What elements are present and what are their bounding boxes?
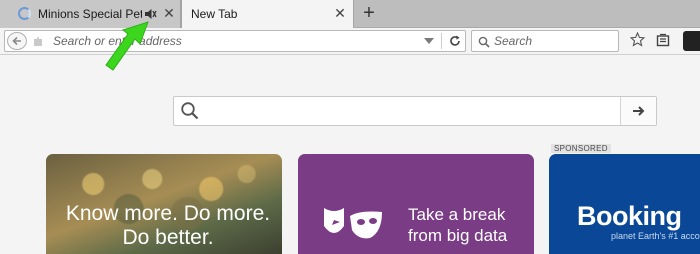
divider (441, 33, 442, 49)
promo-tile[interactable]: Know more. Do more. Do better. (46, 154, 282, 254)
tab-new-tab[interactable]: New Tab ✕ (181, 0, 354, 29)
star-icon[interactable] (629, 31, 646, 52)
search-input[interactable] (494, 33, 614, 49)
promo-tile[interactable]: Take a break from big data (298, 154, 534, 254)
close-icon[interactable]: ✕ (333, 6, 347, 20)
library-icon[interactable] (656, 33, 670, 52)
tile-tagline: planet Earth's #1 accom... (611, 231, 700, 241)
loading-spinner-icon (18, 7, 31, 20)
search-icon (478, 35, 490, 53)
back-arrow-icon (12, 36, 21, 46)
booking-logo: Booking (577, 201, 682, 231)
back-button[interactable] (7, 32, 27, 50)
reload-icon[interactable] (448, 34, 462, 48)
extension-button[interactable] (683, 31, 700, 51)
mask-icon (320, 206, 390, 251)
sponsored-tile[interactable]: Booking planet Earth's #1 accom... (549, 154, 700, 254)
search-bar[interactable] (471, 30, 619, 52)
url-bar[interactable] (4, 30, 466, 52)
tab-title: New Tab (191, 7, 238, 21)
close-icon[interactable]: ✕ (162, 6, 176, 20)
page-search-box[interactable] (173, 96, 657, 126)
page-search-input[interactable] (206, 102, 616, 122)
new-tab-button[interactable]: + (359, 3, 379, 23)
chevron-down-icon[interactable] (424, 38, 434, 44)
sponsored-badge: SPONSORED (551, 144, 611, 153)
new-tab-page: Know more. Do more. Do better. Take a br… (0, 56, 700, 254)
arrow-right-icon (633, 106, 645, 116)
search-go-button[interactable] (620, 97, 656, 125)
annotation-arrow-icon (105, 21, 149, 71)
tile-headline: Know more. Do more. Do better. (65, 202, 271, 249)
puzzle-site-icon (32, 35, 44, 47)
tile-headline: Take a break from big data (408, 205, 508, 245)
search-icon (180, 101, 200, 126)
